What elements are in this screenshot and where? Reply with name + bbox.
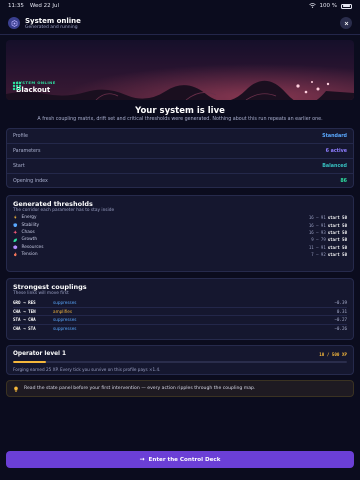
couplings-subtitle: These links will move first [13, 291, 69, 296]
flame-icon [13, 252, 18, 257]
status-date: Wed 22 Jul [29, 3, 59, 9]
summary-row: Start Balanced [7, 159, 353, 174]
operator-xp: 10 / 500 XP [319, 351, 347, 357]
spark-icon [13, 230, 18, 235]
cube-icon [13, 245, 18, 250]
lightbulb-icon [13, 385, 19, 392]
grid-logo-icon [12, 81, 22, 91]
xp-progress-fill [13, 361, 47, 363]
leaf-icon [13, 238, 18, 243]
header-divider [0, 34, 360, 35]
arrow-right-icon: → [139, 456, 145, 463]
summary-row: Profile Standard [7, 129, 353, 144]
cta-label: Enter the Control Deck [148, 456, 221, 463]
summary-label: Start [13, 163, 25, 169]
battery-text: 100 % [319, 3, 337, 9]
coupling-value: −0.26 [334, 326, 347, 332]
coupling-pair: GRO → RES [13, 299, 36, 305]
coupling-effect: amplifies [53, 308, 73, 314]
threshold-start: start 50 [327, 244, 347, 250]
close-button[interactable] [340, 17, 352, 29]
wifi-icon [308, 2, 316, 10]
coupling-row: GRO → RES suppresses −0.39 [13, 298, 347, 307]
coupling-pair: CHA → STA [13, 326, 36, 332]
coupling-pair: STA → CHA [13, 317, 36, 323]
battery-icon [341, 3, 352, 9]
threshold-row: Tension 7 – 92 start 50 [13, 251, 347, 258]
coupling-effect: suppresses [53, 299, 77, 305]
threshold-name: Growth [21, 237, 38, 243]
summary-label: Parameters [13, 148, 41, 154]
threshold-range: 7 – 92 [311, 252, 326, 258]
threshold-start: start 50 [327, 237, 347, 243]
threshold-range: 9 – 79 [311, 237, 326, 243]
threshold-start: start 50 [327, 229, 347, 235]
threshold-row: Chaos 16 – 93 start 50 [13, 229, 347, 236]
tip-text: Read the state panel before your first i… [24, 386, 256, 391]
hero-artwork [6, 40, 354, 100]
bolt-icon [13, 215, 18, 220]
header: System online Generated and running [0, 13, 360, 33]
coupling-row: CHA → STA suppresses −0.26 [13, 323, 347, 333]
enter-control-deck-button[interactable]: → Enter the Control Deck [6, 451, 354, 468]
threshold-name: Chaos [21, 229, 35, 235]
live-description: A fresh coupling matrix, drift set and c… [37, 117, 323, 122]
live-title: Your system is live [135, 106, 225, 116]
header-title: System online [25, 16, 81, 25]
hero-banner: SYSTEM ONLINE Blackout [6, 40, 354, 100]
thresholds-card: Generated thresholds The corridor each p… [6, 195, 354, 272]
threshold-name: Energy [21, 215, 37, 221]
shield-icon [13, 223, 18, 228]
threshold-range: 16 – 91 [308, 222, 326, 228]
summary-value: 6 active [325, 148, 347, 154]
threshold-start: start 50 [327, 222, 347, 228]
threshold-row: Growth 9 – 79 start 50 [13, 236, 347, 243]
threshold-range: 11 – 91 [308, 244, 326, 250]
coupling-value: 0.31 [336, 308, 347, 314]
header-subtitle: Generated and running [25, 24, 78, 30]
summary-row: Opening index 86 [7, 174, 353, 189]
summary-label: Profile [13, 133, 28, 139]
threshold-row: Stability 16 – 91 start 50 [13, 221, 347, 228]
thresholds-title: Generated thresholds [13, 200, 93, 208]
coupling-effect: suppresses [53, 317, 77, 323]
coupling-value: −0.27 [334, 317, 347, 323]
operator-note: Forging earned 25 XP. Every tick you sur… [13, 367, 161, 372]
system-icon [8, 17, 20, 29]
status-bar: 11:35 Wed 22 Jul 100 % [0, 0, 360, 12]
threshold-range: 16 – 91 [308, 215, 326, 221]
xp-progress-bar [13, 361, 347, 363]
coupling-row: CHA → TEN amplifies 0.31 [13, 306, 347, 316]
threshold-range: 16 – 93 [308, 229, 326, 235]
summary-value: 86 [340, 179, 347, 184]
couplings-title: Strongest couplings [13, 283, 87, 291]
threshold-name: Resources [21, 244, 44, 250]
summary-value: Standard [322, 133, 347, 139]
close-icon [344, 21, 348, 25]
threshold-name: Tension [21, 252, 38, 258]
coupling-row: STA → CHA suppresses −0.27 [13, 315, 347, 324]
summary-value: Balanced [322, 163, 347, 169]
threshold-row: Resources 11 – 91 start 50 [13, 244, 347, 251]
summary-label: Opening index [13, 179, 48, 184]
threshold-start: start 50 [327, 252, 347, 258]
summary-card: Profile Standard Parameters 6 active Sta… [6, 128, 354, 188]
hero-badge: SYSTEM ONLINE Blackout [12, 80, 56, 94]
coupling-effect: suppresses [53, 326, 77, 332]
tip-banner: Read the state panel before your first i… [6, 380, 354, 397]
coupling-pair: CHA → TEN [13, 308, 36, 314]
status-time: 11:35 [8, 3, 24, 9]
couplings-card: Strongest couplings These links will mov… [6, 278, 354, 340]
summary-row: Parameters 6 active [7, 144, 353, 159]
threshold-start: start 50 [327, 215, 347, 221]
coupling-value: −0.39 [334, 299, 347, 305]
threshold-name: Stability [21, 222, 40, 228]
threshold-row: Energy 16 – 91 start 50 [13, 214, 347, 221]
operator-card: Operator level 1 10 / 500 XP Forging ear… [6, 345, 354, 375]
operator-title: Operator level 1 [13, 351, 67, 357]
